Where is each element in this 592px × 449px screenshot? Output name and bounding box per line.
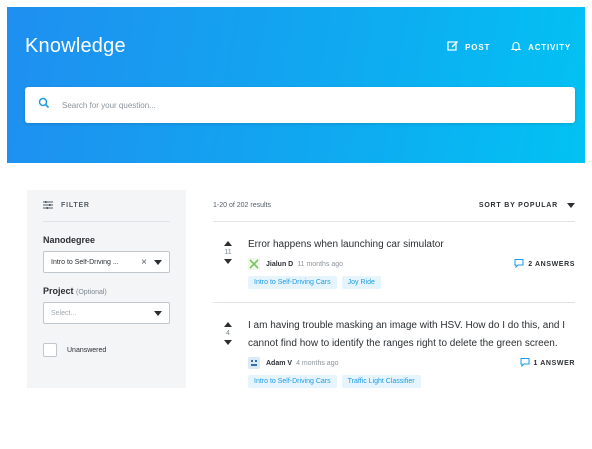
author-name[interactable]: Jialun D: [266, 261, 293, 268]
author-name[interactable]: Adam V: [266, 360, 292, 367]
pencil-icon: [447, 40, 459, 54]
chevron-down-icon: [567, 203, 575, 208]
upvote-icon[interactable]: [224, 322, 232, 327]
post-time: 4 months ago: [296, 359, 339, 367]
tag[interactable]: Traffic Light Classifier: [341, 375, 421, 388]
question-meta: Jialun D 11 months ago 2 ANSWERS: [248, 257, 575, 271]
unanswered-checkbox[interactable]: [43, 343, 57, 357]
activity-label: ACTIVITY: [528, 42, 571, 52]
filter-label: FILTER: [61, 202, 90, 209]
activity-button[interactable]: ACTIVITY: [510, 40, 571, 54]
answers-link[interactable]: 2 ANSWERS: [514, 258, 575, 270]
vote-control: 11: [222, 241, 234, 264]
project-select[interactable]: Select...: [43, 302, 170, 324]
question-body: Error happens when launching car simulat…: [248, 236, 575, 289]
filter-icon: [43, 200, 53, 212]
answers-count: 1 ANSWER: [533, 359, 575, 367]
answers-link[interactable]: 1 ANSWER: [520, 357, 576, 369]
search-icon: [38, 96, 50, 114]
question-title[interactable]: Error happens when launching car simulat…: [248, 236, 575, 254]
search-input[interactable]: [62, 100, 542, 110]
downvote-icon[interactable]: [224, 259, 232, 264]
question-body: I am having trouble masking an image wit…: [248, 317, 575, 388]
sort-dropdown[interactable]: SORT BY POPULAR: [479, 202, 575, 209]
avatar-icon: [248, 357, 260, 369]
chevron-down-icon: [154, 310, 162, 316]
tag[interactable]: Joy Ride: [341, 276, 381, 289]
nanodegree-select[interactable]: Intro to Self-Driving ... ×: [43, 251, 170, 273]
vote-count: 11: [224, 249, 232, 256]
tag[interactable]: Intro to Self-Driving Cars: [248, 375, 337, 388]
project-label: Project (Optional): [43, 286, 170, 296]
question-title[interactable]: I am having trouble masking an image wit…: [248, 317, 568, 353]
vote-control: 4: [222, 322, 234, 345]
post-time: 11 months ago: [297, 260, 344, 268]
answers-count: 2 ANSWERS: [528, 260, 575, 268]
tag-list: Intro to Self-Driving Cars Traffic Light…: [248, 375, 575, 388]
filter-header[interactable]: FILTER: [43, 190, 170, 222]
question-item: 4 I am having trouble masking an image w…: [213, 303, 575, 423]
tag[interactable]: Intro to Self-Driving Cars: [248, 276, 337, 289]
sort-label: SORT BY POPULAR: [478, 202, 558, 209]
clear-icon[interactable]: ×: [141, 257, 147, 268]
chevron-down-icon: [154, 259, 162, 265]
unanswered-filter: Unanswered: [43, 343, 170, 357]
bell-icon: [510, 40, 522, 54]
upvote-icon[interactable]: [224, 241, 232, 246]
filter-sidebar: FILTER Nanodegree Intro to Self-Driving …: [27, 190, 186, 388]
search-bar: [25, 87, 575, 123]
chat-bubble-icon: [514, 258, 524, 270]
question-item: 11 Error happens when launching car simu…: [213, 222, 575, 303]
results-panel: 1-20 of 202 results SORT BY POPULAR 11 E…: [213, 190, 575, 423]
project-label-text: Project: [43, 286, 74, 296]
avatar-icon: [248, 258, 260, 270]
post-button[interactable]: POST: [447, 40, 490, 54]
question-meta: Adam V 4 months ago 1 ANSWER: [248, 356, 575, 370]
vote-count: 4: [226, 330, 230, 337]
results-count: 1-20 of 202 results: [213, 202, 271, 209]
header: Knowledge POST ACTIVITY: [7, 7, 585, 163]
nanodegree-label: Nanodegree: [43, 235, 96, 245]
results-bar: 1-20 of 202 results SORT BY POPULAR: [213, 190, 575, 222]
project-optional-label: (Optional): [76, 289, 107, 296]
brand-title[interactable]: Knowledge: [25, 35, 126, 58]
downvote-icon[interactable]: [224, 340, 232, 345]
unanswered-label: Unanswered: [67, 346, 107, 354]
project-placeholder: Select...: [51, 309, 77, 317]
nanodegree-value: Intro to Self-Driving ...: [51, 258, 119, 266]
header-actions: POST ACTIVITY: [447, 40, 571, 54]
chat-bubble-icon: [520, 357, 530, 369]
tag-list: Intro to Self-Driving Cars Joy Ride: [248, 276, 575, 289]
post-label: POST: [465, 42, 491, 52]
